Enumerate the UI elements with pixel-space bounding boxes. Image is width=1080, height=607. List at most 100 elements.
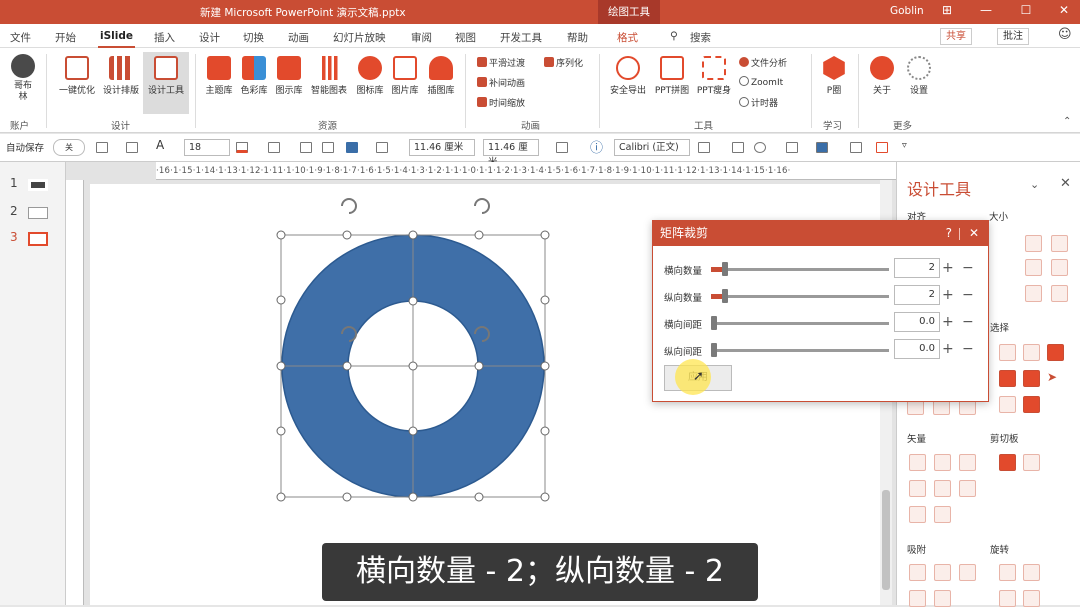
copy-icon[interactable] [999,454,1016,471]
about-button[interactable]: 关于 [866,56,898,96]
vector-tool-icon[interactable] [909,480,926,497]
tab-islide[interactable]: iSlide [98,30,135,49]
tab-insert[interactable]: 插入 [154,30,175,45]
tab-format[interactable]: 格式 [617,30,638,45]
smooth-transition-button[interactable]: 平滑过渡 [477,56,525,69]
snap-tool-icon[interactable] [934,590,951,607]
p-circle-button[interactable]: P圈 [818,56,850,96]
dialog-close-icon[interactable]: ✕ [969,221,979,246]
panel-close-icon[interactable]: ✕ [1060,176,1071,191]
tab-slideshow[interactable]: 幻灯片放映 [333,30,386,45]
snap-tool-icon[interactable] [909,590,926,607]
help-circle-icon[interactable]: ⓘ [590,137,603,156]
tab-transitions[interactable]: 切换 [243,30,264,45]
grid-icon[interactable] [850,142,862,153]
slider-track[interactable] [711,268,889,271]
size-tool-icon[interactable] [1051,259,1068,276]
fill-color-icon[interactable] [236,142,248,153]
rotate-tool-icon[interactable] [1023,564,1040,581]
safe-export-button[interactable]: 安全导出 [606,56,650,96]
select-tool-icon[interactable] [999,344,1016,361]
vector-tool-icon[interactable] [959,480,976,497]
vector-tool-icon[interactable] [934,454,951,471]
smart-chart-button[interactable]: 智能图表 [309,56,349,96]
autosave-toggle[interactable]: 关 [53,139,85,156]
shape-width-field[interactable]: 11.46 厘米 [409,139,475,156]
color-library-button[interactable]: 色彩库 [238,56,270,96]
crop-icon[interactable] [556,142,568,153]
zoomit-button[interactable]: ZoomIt [739,76,783,88]
ribbon-display-icon[interactable]: ⊞ [937,3,957,17]
size-tool-icon[interactable] [1025,259,1042,276]
font-color-icon[interactable]: A [156,138,164,152]
tab-help[interactable]: 帮助 [567,30,588,45]
horizontal-count-value[interactable]: 2 [894,258,940,278]
cursor-select-icon[interactable]: ➤ [1047,370,1064,387]
snap-tool-icon[interactable] [959,564,976,581]
ppt-slim-button[interactable]: PPT瘦身 [694,56,734,96]
pen-vector-icon[interactable] [934,506,951,523]
duplicate-icon[interactable] [300,142,312,153]
slider-knob[interactable] [711,316,717,330]
vector-tool-icon[interactable] [959,454,976,471]
slide-thumbnail[interactable] [28,207,48,219]
increment-icon[interactable]: + [942,313,954,331]
comment-button[interactable]: 批注 [997,28,1029,45]
minimize-button[interactable]: — [976,3,996,17]
select-tool-icon[interactable] [1047,344,1064,361]
increment-icon[interactable]: + [942,340,954,358]
rotate-tool-icon[interactable] [999,590,1016,607]
select-tool-icon[interactable] [999,396,1016,413]
vertical-count-value[interactable]: 2 [894,285,940,305]
reset-icon[interactable] [876,142,888,153]
tab-file[interactable]: 文件 [10,30,31,45]
decrement-icon[interactable]: − [962,340,974,358]
line-style-icon[interactable] [346,142,358,153]
decrement-icon[interactable]: − [962,259,974,277]
collapse-ribbon-icon[interactable]: ⌃ [1063,116,1071,127]
tab-view[interactable]: 视图 [455,30,476,45]
dialog-help-button[interactable]: ? [946,221,952,246]
serialize-button[interactable]: 序列化 [544,56,583,69]
size-tool-icon[interactable] [1051,235,1068,252]
icon-library-button[interactable]: 图标库 [353,56,387,96]
decrement-icon[interactable]: − [962,313,974,331]
tab-review[interactable]: 审阅 [411,30,432,45]
slider-track[interactable] [711,322,889,325]
size-tool-icon[interactable] [1025,285,1042,302]
share-button[interactable]: 共享 [940,28,972,45]
vector-tool-icon[interactable] [934,480,951,497]
scrollbar-thumb[interactable] [882,490,890,590]
design-tools-button[interactable]: 设计工具 [143,52,189,114]
timer-button[interactable]: 计时器 [739,96,778,109]
tab-developer[interactable]: 开发工具 [500,30,542,45]
maximize-button[interactable]: ☐ [1016,3,1036,17]
align-icon[interactable] [126,142,138,153]
select-tool-icon[interactable] [999,370,1016,387]
select-tool-icon[interactable] [1023,344,1040,361]
rotate-tool-icon[interactable] [999,564,1016,581]
dash-style-icon[interactable] [376,142,388,153]
rotate-tool-icon[interactable] [1023,590,1040,607]
shape-height-field[interactable]: 11.46 厘米 [483,139,539,168]
vertical-spacing-value[interactable]: 0.0 [894,339,940,359]
settings-button[interactable]: 设置 [903,56,935,96]
size-tool-icon[interactable] [1051,285,1068,302]
slider-track[interactable] [711,295,889,298]
slide-thumbnail-active[interactable] [28,232,48,246]
horizontal-spacing-value[interactable]: 0.0 [894,312,940,332]
increment-icon[interactable]: + [942,259,954,277]
fill-icon[interactable] [816,142,828,153]
close-button[interactable]: ✕ [1054,3,1074,17]
increment-icon[interactable]: + [942,286,954,304]
image-library-button[interactable]: 图片库 [388,56,422,96]
pen-icon[interactable] [268,142,280,153]
tab-animations[interactable]: 动画 [288,30,309,45]
ppt-collage-button[interactable]: PPT拼图 [652,56,692,96]
circle-icon[interactable] [754,142,766,153]
slide-thumbnail[interactable] [28,179,48,191]
account-button[interactable]: 哥布林 [8,54,38,103]
diagram-library-button[interactable]: 图示库 [273,56,305,96]
theme-library-button[interactable]: 主题库 [203,56,235,96]
select-tool-icon[interactable] [1023,370,1040,387]
